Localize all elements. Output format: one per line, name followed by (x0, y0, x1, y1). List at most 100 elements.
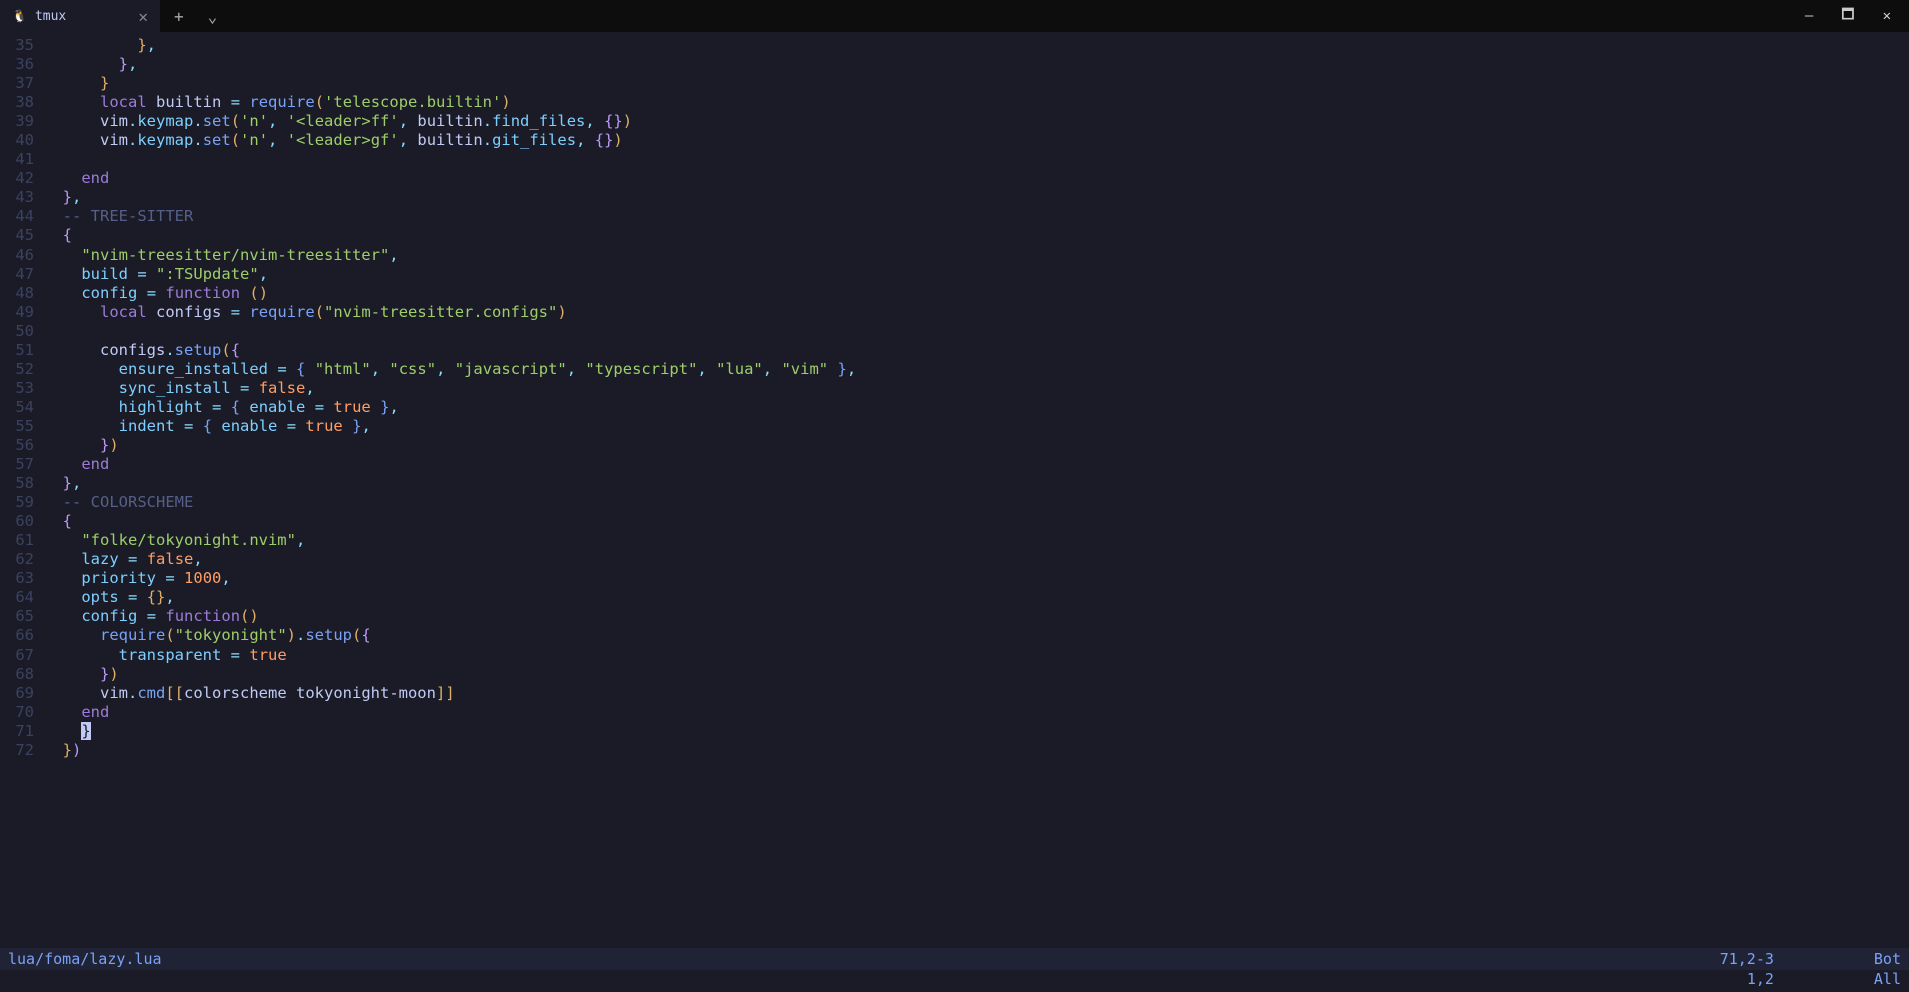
line-number: 36 (0, 55, 44, 74)
line-number: 72 (0, 741, 44, 760)
line-content: vim.keymap.set('n', '<leader>gf', builti… (44, 131, 1909, 150)
line-content: } (44, 722, 1909, 741)
line-number: 70 (0, 703, 44, 722)
code-line[interactable]: 68 }) (0, 665, 1909, 684)
code-line[interactable]: 47 build = ":TSUpdate", (0, 265, 1909, 284)
code-line[interactable]: 45 { (0, 226, 1909, 245)
code-line[interactable]: 41 (0, 150, 1909, 169)
code-line[interactable]: 52 ensure_installed = { "html", "css", "… (0, 360, 1909, 379)
line-number: 56 (0, 436, 44, 455)
status-alt-position: 1,2 (1747, 970, 1774, 988)
line-content: end (44, 703, 1909, 722)
line-number: 46 (0, 246, 44, 265)
code-line[interactable]: 58 }, (0, 474, 1909, 493)
code-line[interactable]: 36 }, (0, 55, 1909, 74)
line-content: local builtin = require('telescope.built… (44, 93, 1909, 112)
line-content: priority = 1000, (44, 569, 1909, 588)
tab-strip: 🐧 tmux ✕ + ⌄ (0, 0, 223, 32)
line-number: 45 (0, 226, 44, 245)
line-content: vim.keymap.set('n', '<leader>ff', builti… (44, 112, 1909, 131)
line-content: highlight = { enable = true }, (44, 398, 1909, 417)
line-number: 47 (0, 265, 44, 284)
code-line[interactable]: 55 indent = { enable = true }, (0, 417, 1909, 436)
code-line[interactable]: 40 vim.keymap.set('n', '<leader>gf', bui… (0, 131, 1909, 150)
code-line[interactable]: 69 vim.cmd[[colorscheme tokyonight-moon]… (0, 684, 1909, 703)
code-line[interactable]: 62 lazy = false, (0, 550, 1909, 569)
line-number: 38 (0, 93, 44, 112)
code-line[interactable]: 63 priority = 1000, (0, 569, 1909, 588)
line-content: "nvim-treesitter/nvim-treesitter", (44, 246, 1909, 265)
line-content: }, (44, 36, 1909, 55)
code-area[interactable]: 35 },36 },37 }38 local builtin = require… (0, 32, 1909, 948)
code-line[interactable]: 65 config = function() (0, 607, 1909, 626)
code-line[interactable]: 38 local builtin = require('telescope.bu… (0, 93, 1909, 112)
line-number: 43 (0, 188, 44, 207)
line-content: -- COLORSCHEME (44, 493, 1909, 512)
code-line[interactable]: 72 }) (0, 741, 1909, 760)
status-bar: lua/foma/lazy.lua 71,2-3 Bot (0, 948, 1909, 970)
line-number: 59 (0, 493, 44, 512)
line-content: config = function() (44, 607, 1909, 626)
line-content: transparent = true (44, 646, 1909, 665)
status-bar-2: 1,2 All (0, 970, 1909, 992)
new-tab-button[interactable]: + (168, 7, 190, 26)
line-content: ensure_installed = { "html", "css", "jav… (44, 360, 1909, 379)
code-line[interactable]: 35 }, (0, 36, 1909, 55)
line-number: 65 (0, 607, 44, 626)
code-line[interactable]: 50 (0, 322, 1909, 341)
code-line[interactable]: 43 }, (0, 188, 1909, 207)
tab-dropdown-icon[interactable]: ⌄ (202, 7, 224, 26)
line-content: "folke/tokyonight.nvim", (44, 531, 1909, 550)
tab-tmux[interactable]: 🐧 tmux ✕ (0, 0, 160, 32)
line-content: require("tokyonight").setup({ (44, 626, 1909, 645)
code-line[interactable]: 60 { (0, 512, 1909, 531)
line-number: 63 (0, 569, 44, 588)
line-number: 41 (0, 150, 44, 169)
tab-close-icon[interactable]: ✕ (138, 7, 148, 26)
code-line[interactable]: 64 opts = {}, (0, 588, 1909, 607)
code-line[interactable]: 53 sync_install = false, (0, 379, 1909, 398)
code-line[interactable]: 46 "nvim-treesitter/nvim-treesitter", (0, 246, 1909, 265)
line-content: }) (44, 741, 1909, 760)
tab-title: tmux (35, 9, 66, 24)
line-content: }) (44, 665, 1909, 684)
line-content: -- TREE-SITTER (44, 207, 1909, 226)
code-line[interactable]: 71 } (0, 722, 1909, 741)
code-line[interactable]: 54 highlight = { enable = true }, (0, 398, 1909, 417)
code-line[interactable]: 49 local configs = require("nvim-treesit… (0, 303, 1909, 322)
code-line[interactable]: 66 require("tokyonight").setup({ (0, 626, 1909, 645)
line-number: 67 (0, 646, 44, 665)
code-line[interactable]: 51 configs.setup({ (0, 341, 1909, 360)
line-content: local configs = require("nvim-treesitter… (44, 303, 1909, 322)
titlebar: 🐧 tmux ✕ + ⌄ — 🗖 ✕ (0, 0, 1909, 32)
code-line[interactable]: 37 } (0, 74, 1909, 93)
code-line[interactable]: 48 config = function () (0, 284, 1909, 303)
status-alt-scroll: All (1874, 970, 1901, 988)
code-line[interactable]: 67 transparent = true (0, 646, 1909, 665)
line-number: 50 (0, 322, 44, 341)
line-content: end (44, 169, 1909, 188)
line-number: 68 (0, 665, 44, 684)
status-scroll: Bot (1874, 950, 1901, 968)
code-line[interactable]: 56 }) (0, 436, 1909, 455)
line-content: }, (44, 474, 1909, 493)
code-line[interactable]: 70 end (0, 703, 1909, 722)
code-line[interactable]: 59 -- COLORSCHEME (0, 493, 1909, 512)
code-line[interactable]: 39 vim.keymap.set('n', '<leader>ff', bui… (0, 112, 1909, 131)
line-content: { (44, 512, 1909, 531)
line-content: end (44, 455, 1909, 474)
line-content: { (44, 226, 1909, 245)
maximize-button[interactable]: 🗖 (1831, 0, 1864, 32)
line-content: }, (44, 55, 1909, 74)
line-content: indent = { enable = true }, (44, 417, 1909, 436)
minimize-button[interactable]: — (1795, 4, 1823, 28)
line-content: }, (44, 188, 1909, 207)
line-content: vim.cmd[[colorscheme tokyonight-moon]] (44, 684, 1909, 703)
code-line[interactable]: 57 end (0, 455, 1909, 474)
line-number: 48 (0, 284, 44, 303)
code-line[interactable]: 44 -- TREE-SITTER (0, 207, 1909, 226)
line-number: 71 (0, 722, 44, 741)
close-window-button[interactable]: ✕ (1873, 4, 1901, 28)
code-line[interactable]: 42 end (0, 169, 1909, 188)
code-line[interactable]: 61 "folke/tokyonight.nvim", (0, 531, 1909, 550)
